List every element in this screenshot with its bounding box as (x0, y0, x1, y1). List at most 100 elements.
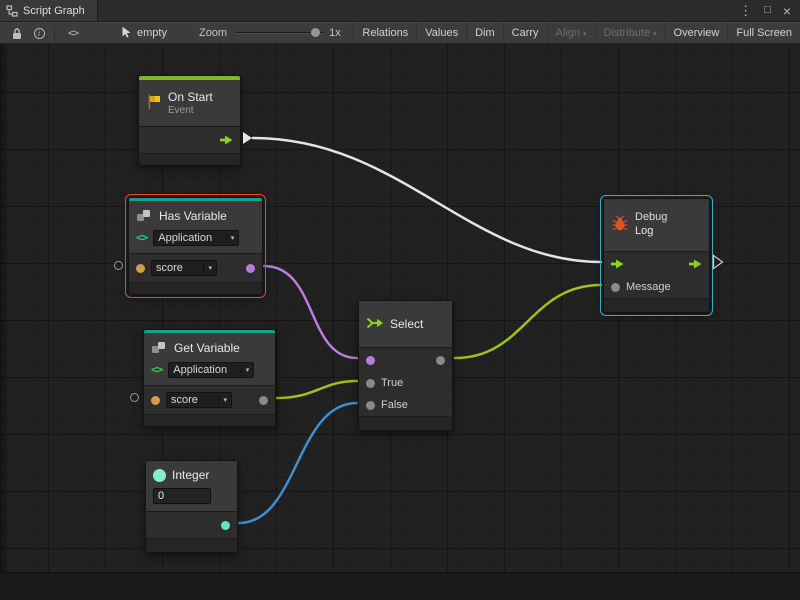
has-variable-name-dropdown[interactable]: score ▾ (151, 260, 217, 276)
node-title: Has Variable (159, 209, 227, 224)
close-icon[interactable]: × (783, 4, 791, 18)
selection-status-label: empty (137, 27, 167, 39)
carry-button[interactable]: Carry (503, 23, 547, 43)
values-button[interactable]: Values (416, 23, 466, 43)
dim-button[interactable]: Dim (466, 23, 503, 43)
node-ports (146, 511, 237, 538)
node-header: Get Variable <> Application ▾ (144, 333, 275, 385)
variable-name-input-port[interactable] (136, 264, 145, 273)
window-controls: ⋮ □ × (739, 0, 800, 21)
caret-down-icon: ▾ (653, 30, 657, 38)
caret-down-icon: ▾ (241, 366, 250, 374)
unconnected-input-port[interactable] (130, 393, 139, 402)
tab-script-graph[interactable]: Script Graph (0, 0, 98, 21)
caret-down-icon: ▾ (226, 234, 235, 242)
node-subtitle: Log (635, 225, 667, 239)
caret-down-icon: ▾ (583, 30, 587, 38)
distribute-button[interactable]: Distribute▾ (595, 23, 665, 43)
node-footer (139, 153, 240, 165)
node-footer (146, 538, 237, 552)
unconnected-input-port[interactable] (114, 261, 123, 270)
relations-button[interactable]: Relations (353, 23, 416, 43)
maximize-icon[interactable]: □ (764, 5, 771, 16)
wire-get-variable-to-select-true[interactable] (277, 381, 357, 398)
node-ports: True False (359, 347, 452, 416)
control-input-port[interactable] (611, 259, 624, 269)
object-scope-icon: <> (151, 363, 162, 376)
wire-select-to-debug-message[interactable] (455, 285, 601, 358)
zoom-slider-track (235, 32, 323, 34)
value-output-port[interactable] (259, 396, 268, 405)
zoom-value: 1x (329, 27, 341, 39)
code-view-icon[interactable]: <> (59, 28, 87, 39)
condition-input-port[interactable] (366, 356, 375, 365)
graph-canvas[interactable]: On Start Event (0, 44, 800, 600)
overview-button[interactable]: Overview (665, 23, 728, 43)
integer-output-port[interactable] (221, 521, 230, 530)
align-button[interactable]: Align▾ (547, 23, 595, 43)
node-integer[interactable]: Integer 0 (145, 460, 238, 553)
node-footer (129, 282, 262, 294)
node-title: Integer (172, 468, 209, 483)
node-on-start[interactable]: On Start Event (138, 75, 241, 166)
node-get-variable[interactable]: Get Variable <> Application ▾ score ▾ (143, 329, 276, 427)
node-debug-log[interactable]: Debug Log Message (603, 198, 710, 313)
node-has-variable[interactable]: Has Variable <> Application ▾ score ▾ (128, 197, 263, 295)
info-icon[interactable]: i (28, 28, 50, 39)
get-variable-scope-dropdown[interactable]: Application ▾ (168, 362, 254, 378)
true-port-label: True (381, 377, 403, 389)
wire-on-start-to-debug[interactable] (253, 138, 601, 262)
message-input-port[interactable] (611, 283, 620, 292)
wire-has-variable-to-select-condition[interactable] (264, 266, 357, 358)
false-port-label: False (381, 399, 408, 411)
integer-circle-icon (153, 469, 166, 482)
get-variable-name-dropdown[interactable]: score ▾ (166, 392, 232, 408)
wire-continue-arrow-icon (712, 254, 724, 275)
node-title: Select (390, 317, 423, 332)
object-scope-icon: <> (136, 231, 147, 244)
lock-icon[interactable] (6, 27, 28, 40)
node-title: On Start (168, 90, 213, 105)
node-footer (144, 414, 275, 426)
message-port-label: Message (626, 281, 671, 293)
zoom-label: Zoom (199, 27, 227, 39)
tab-title: Script Graph (23, 5, 85, 17)
toolbar-buttons: Relations Values Dim Carry Align▾ Distri… (353, 23, 800, 43)
true-input-port[interactable] (366, 379, 375, 388)
node-header: Integer 0 (146, 461, 237, 511)
zoom-slider-knob[interactable] (311, 28, 320, 37)
node-ports: score ▾ (129, 253, 262, 282)
caret-down-icon: ▾ (203, 264, 212, 272)
select-branch-icon (366, 317, 384, 332)
variable-name-input-port[interactable] (151, 396, 160, 405)
node-ports (139, 126, 240, 153)
menu-kebab-icon[interactable]: ⋮ (739, 4, 752, 17)
node-select[interactable]: Select True False (358, 300, 453, 431)
selection-output-port[interactable] (436, 356, 445, 365)
cursor-icon (121, 26, 132, 41)
flag-icon (146, 94, 162, 113)
node-footer (604, 298, 709, 312)
caret-down-icon: ▾ (218, 396, 227, 404)
node-header: Has Variable <> Application ▾ (129, 201, 262, 253)
bottom-panel (0, 572, 800, 600)
control-output-port[interactable] (220, 135, 233, 145)
control-output-port[interactable] (689, 259, 702, 269)
bool-output-port[interactable] (246, 264, 255, 273)
full-screen-button[interactable]: Full Screen (727, 23, 800, 43)
wire-start-arrow-icon (243, 132, 252, 144)
tab-bar: Script Graph ⋮ □ × (0, 0, 800, 22)
has-variable-scope-dropdown[interactable]: Application ▾ (153, 230, 239, 246)
node-title: Debug (635, 211, 667, 225)
bug-icon (611, 215, 629, 235)
node-header: On Start Event (139, 80, 240, 126)
graph-toolbar: i <> empty Zoom 1x Relations Values Dim … (0, 22, 800, 44)
integer-value-field[interactable]: 0 (153, 488, 211, 504)
zoom-slider[interactable] (235, 27, 323, 39)
script-graph-window: Script Graph ⋮ □ × i <> empty Zoom 1x (0, 0, 800, 600)
script-graph-icon (6, 5, 18, 17)
node-title: Get Variable (174, 341, 240, 356)
false-input-port[interactable] (366, 401, 375, 410)
variables-boxes-icon (136, 209, 153, 225)
node-header: Debug Log (604, 199, 709, 251)
